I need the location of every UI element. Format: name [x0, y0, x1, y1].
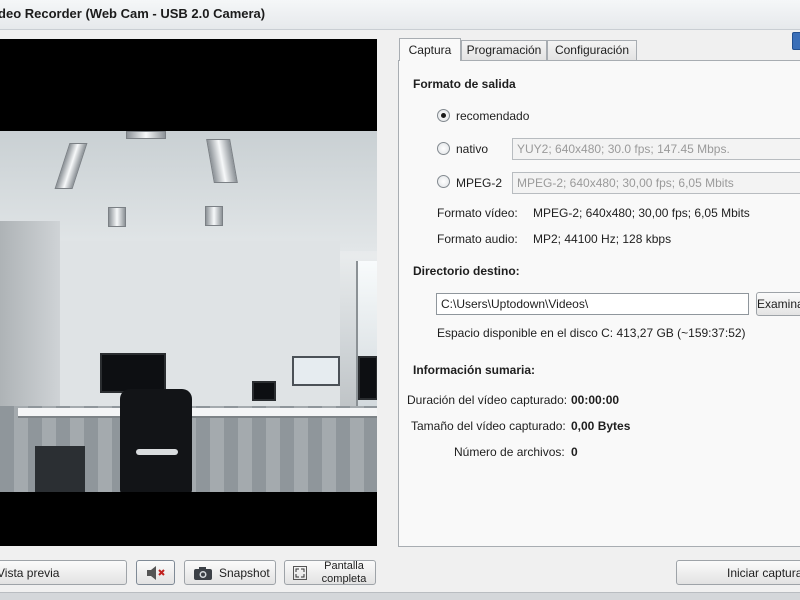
radio-mpeg2[interactable] [437, 175, 450, 188]
size-label: Tamaño del vídeo capturado: [411, 419, 566, 433]
computer [252, 381, 276, 401]
free-space-text: Espacio disponible en el disco C: 413,27… [437, 326, 746, 340]
radio-recomendado[interactable] [437, 109, 450, 122]
radio-nativo[interactable] [437, 142, 450, 155]
video-preview [0, 39, 377, 546]
destination-path-input[interactable]: C:\Users\Uptodown\Videos\ [436, 293, 749, 315]
ceiling-light [108, 207, 126, 227]
start-capture-button[interactable]: Iniciar captura [676, 560, 800, 585]
audio-format-label: Formato audio: [437, 232, 518, 246]
window-title: Video Recorder (Web Cam - USB 2.0 Camera… [0, 6, 266, 21]
mute-button[interactable] [136, 560, 175, 585]
size-value: 0,00 Bytes [571, 419, 631, 433]
mpeg2-format-field[interactable]: MPEG-2; 640x480; 30,00 fps; 6,05 Mbits [512, 172, 800, 194]
browse-button[interactable]: Examinar... [756, 292, 800, 316]
desk [18, 408, 377, 418]
snapshot-button[interactable]: Snapshot [184, 560, 276, 585]
start-capture-label: Iniciar captura [727, 566, 800, 580]
tab-configuracion[interactable]: Configuración [547, 40, 637, 60]
native-format-field: YUY2; 640x480; 30.0 fps; 147.45 Mbps. [512, 138, 800, 160]
speaker-muted-icon [147, 566, 165, 580]
office-chair [120, 389, 192, 492]
fullscreen-icon [293, 566, 307, 580]
camera-icon [194, 567, 212, 580]
title-bar: Video Recorder (Web Cam - USB 2.0 Camera… [0, 0, 800, 50]
monitor [358, 356, 377, 400]
monitor [100, 353, 166, 393]
destination-heading: Directorio destino: [413, 264, 520, 278]
laptop [292, 356, 340, 386]
capture-panel: Formato de salida recomendado nativo YUY… [398, 60, 800, 547]
preview-button[interactable]: Vista previa [0, 560, 127, 585]
radio-nativo-label[interactable]: nativo [456, 142, 488, 156]
file-count-label: Número de archivos: [454, 445, 565, 459]
duration-label: Duración del vídeo capturado: [407, 393, 568, 407]
window-bottom-edge [0, 592, 800, 600]
audio-format-value: MP2; 44100 Hz; 128 kbps [533, 232, 672, 246]
webcam-frame [0, 131, 377, 492]
video-format-value: MPEG-2; 640x480; 30,00 fps; 6,05 Mbits [533, 206, 750, 220]
chair-armrest [136, 449, 178, 455]
output-format-heading: Formato de salida [413, 77, 516, 91]
file-count-value: 0 [571, 445, 578, 459]
snapshot-label: Snapshot [219, 566, 270, 580]
video-format-label: Formato vídeo: [437, 206, 518, 220]
tab-programacion[interactable]: Programación [461, 40, 547, 60]
radio-recomendado-label[interactable]: recomendado [456, 109, 529, 123]
ceiling-light [205, 206, 223, 226]
fullscreen-label: Pantalla completa [321, 560, 367, 585]
ceiling-light [126, 131, 166, 139]
summary-heading: Información sumaria: [413, 363, 536, 377]
radio-mpeg2-label[interactable]: MPEG-2 [456, 176, 502, 190]
preview-button-label: Vista previa [0, 566, 60, 580]
fullscreen-button[interactable]: Pantalla completa [284, 560, 376, 585]
tab-captura[interactable]: Captura [399, 38, 461, 61]
cabinet [35, 446, 85, 492]
duration-value: 00:00:00 [571, 393, 620, 407]
tab-bar: Captura Programación Configuración [399, 38, 800, 61]
